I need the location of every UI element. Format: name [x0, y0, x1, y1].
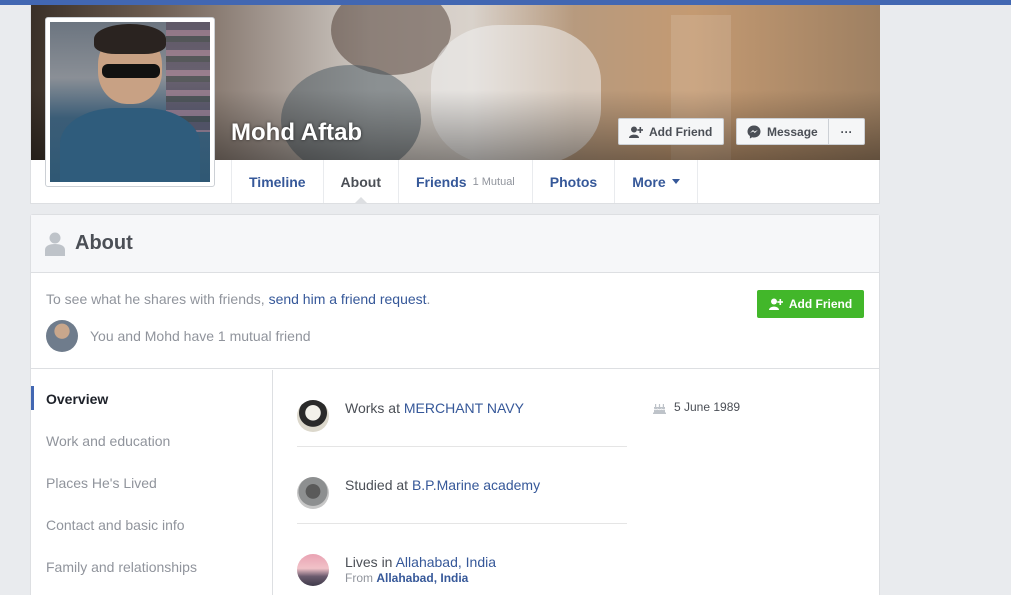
profile-header: Mohd Aftab Add Friend Message ··· Timeli…	[30, 5, 880, 204]
tab-more[interactable]: More	[615, 160, 698, 203]
friend-request-prompt: To see what he shares with friends, send…	[31, 273, 879, 369]
list-item-work: Works at MERCHANT NAVY	[297, 370, 627, 447]
work-text: Works at MERCHANT NAVY	[345, 400, 524, 416]
school-link[interactable]: B.P.Marine academy	[412, 477, 540, 493]
education-text: Studied at B.P.Marine academy	[345, 477, 541, 493]
lives-text: Lives in Allahabad, India From Allahabad…	[345, 554, 497, 585]
mutual-friend-avatar[interactable]	[46, 320, 78, 352]
sidebar-item-work-education[interactable]: Work and education	[31, 420, 272, 462]
workplace-link[interactable]: MERCHANT NAVY	[404, 400, 524, 416]
profile-tabs: Timeline About Friends 1 Mutual Photos Mo…	[231, 160, 698, 204]
sidebar-item-family-relationships[interactable]: Family and relationships	[31, 546, 272, 588]
current-city-link[interactable]: Allahabad, India	[396, 554, 496, 570]
birthday: 5 June 1989	[653, 400, 740, 414]
sidebar-item-contact-info[interactable]: Contact and basic info	[31, 504, 272, 546]
mutual-friends[interactable]: You and Mohd have 1 mutual friend	[46, 320, 311, 352]
person-icon	[45, 232, 65, 256]
sidebar-item-overview[interactable]: Overview	[31, 378, 272, 420]
caret-down-icon	[671, 179, 680, 184]
overview-content: Works at MERCHANT NAVY Studied at B.P.Ma…	[297, 370, 627, 595]
hometown-link[interactable]: Allahabad, India	[376, 571, 468, 585]
add-friend-green-button[interactable]: Add Friend	[757, 290, 864, 318]
message-label: Message	[767, 124, 818, 139]
cake-icon	[653, 401, 666, 414]
add-friend-icon	[629, 126, 643, 138]
sidebar-item-places-lived[interactable]: Places He's Lived	[31, 462, 272, 504]
add-friend-icon	[768, 298, 783, 310]
tab-timeline[interactable]: Timeline	[232, 160, 324, 203]
school-avatar[interactable]	[297, 477, 329, 509]
intro-text: To see what he shares with friends, send…	[46, 291, 431, 307]
profile-picture[interactable]	[45, 17, 215, 187]
tab-photos[interactable]: Photos	[533, 160, 616, 203]
send-friend-request-link[interactable]: send him a friend request	[269, 291, 427, 307]
profile-name[interactable]: Mohd Aftab	[231, 119, 362, 147]
about-header: About	[31, 215, 879, 273]
about-title: About	[75, 232, 133, 254]
tab-friends[interactable]: Friends 1 Mutual	[399, 160, 533, 203]
workplace-avatar[interactable]	[297, 400, 329, 432]
add-friend-label: Add Friend	[649, 124, 713, 139]
mutual-count: 1 Mutual	[472, 175, 515, 188]
list-item-education: Studied at B.P.Marine academy	[297, 447, 627, 524]
more-dots-icon: ···	[840, 124, 853, 139]
add-friend-green-label: Add Friend	[788, 297, 853, 311]
tab-about[interactable]: About	[324, 160, 399, 204]
add-friend-button[interactable]: Add Friend	[618, 118, 724, 145]
about-body: Overview Work and education Places He's …	[31, 370, 879, 595]
hometown-text: From Allahabad, India	[345, 571, 469, 585]
about-panel: About To see what he shares with friends…	[30, 214, 880, 595]
about-sidebar: Overview Work and education Places He's …	[31, 370, 273, 595]
list-item-lives: Lives in Allahabad, India From Allahabad…	[297, 524, 627, 595]
birthday-text: 5 June 1989	[674, 400, 741, 414]
city-avatar[interactable]	[297, 554, 329, 586]
mutual-friends-text: You and Mohd have 1 mutual friend	[90, 328, 311, 344]
more-options-button[interactable]: ···	[828, 118, 865, 145]
messenger-icon	[747, 125, 761, 139]
message-button[interactable]: Message	[736, 118, 829, 145]
